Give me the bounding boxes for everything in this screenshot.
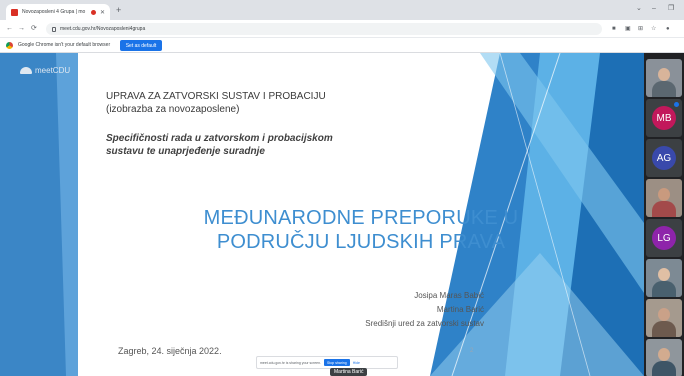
person-head bbox=[658, 348, 670, 361]
person-head bbox=[658, 268, 670, 281]
participant-tile[interactable]: MB bbox=[646, 99, 682, 137]
participant-avatar: AG bbox=[652, 146, 676, 170]
person-body bbox=[652, 201, 676, 217]
participant-video bbox=[646, 299, 682, 337]
address-bar[interactable]: meet.cdu.gov.hr/Novozaposleni4grupa bbox=[46, 23, 602, 35]
person-body bbox=[652, 361, 676, 376]
title-line: MEĐUNARODNE PREPORUKE U bbox=[203, 207, 519, 229]
logo-text: meetCDU bbox=[35, 66, 71, 75]
chrome-icon bbox=[6, 42, 13, 49]
person-head bbox=[658, 308, 670, 321]
browser-toolbar: ← → ⟳ meet.cdu.gov.hr/Novozaposleni4grup… bbox=[0, 20, 684, 38]
person-head bbox=[658, 68, 670, 81]
new-tab-icon[interactable]: + bbox=[116, 5, 121, 15]
slide-page-number: 2 bbox=[470, 348, 474, 354]
forward-icon[interactable]: → bbox=[18, 24, 25, 33]
slide-title: MEĐUNARODNE PREPORUKE U PODRUČJU LJUDSKI… bbox=[196, 206, 526, 254]
speaking-indicator-icon bbox=[674, 102, 679, 107]
default-browser-infobar: Google Chrome isn't your default browser… bbox=[0, 38, 684, 53]
lock-icon bbox=[52, 26, 56, 32]
tab-title: Novozaposleni 4 Grupa | mo bbox=[22, 9, 86, 15]
author-line: Martina Barić bbox=[436, 305, 484, 314]
participant-avatar: MB bbox=[652, 106, 676, 130]
participant-video bbox=[646, 339, 682, 376]
screen-share-message: meet.cdu.gov.hr is sharing your screen. bbox=[260, 360, 322, 365]
recording-icon bbox=[90, 9, 96, 15]
reload-icon[interactable]: ⟳ bbox=[31, 24, 37, 33]
favicon-icon bbox=[11, 8, 18, 16]
set-default-button[interactable]: Set as default bbox=[120, 40, 162, 51]
title-line: PODRUČJU LJUDSKIH PRAVA bbox=[216, 231, 506, 253]
participant-tile[interactable] bbox=[646, 59, 682, 97]
browser-tab[interactable]: Novozaposleni 4 Grupa | mo ✕ bbox=[6, 4, 110, 20]
slide-subtitle: Specifičnosti rada u zatvorskom i probac… bbox=[106, 132, 426, 158]
extension-icon[interactable]: ⊞ bbox=[638, 25, 643, 33]
participant-tile[interactable]: LG bbox=[646, 219, 682, 257]
meet-logo: meetCDU bbox=[20, 66, 70, 75]
participant-video bbox=[646, 179, 682, 217]
person-body bbox=[652, 81, 676, 97]
organization-name: UPRAVA ZA ZATVORSKI SUSTAV I PROBACIJU bbox=[106, 91, 326, 102]
bookmark-star-icon[interactable]: ☆ bbox=[651, 25, 656, 33]
speaker-name-tag: Martina Barić bbox=[330, 368, 368, 376]
participant-avatar: LG bbox=[652, 226, 676, 250]
participant-tile[interactable] bbox=[646, 179, 682, 217]
slide-date: Zagreb, 24. siječnja 2022. bbox=[118, 346, 222, 356]
subtitle-line: Specifičnosti rada u zatvorskom i probac… bbox=[106, 133, 333, 144]
meeting-area: meetCDU UPRAVA ZA ZATVORSKI SUSTAV I PRO… bbox=[0, 53, 684, 376]
participant-tile[interactable] bbox=[646, 259, 682, 297]
logo-cloud-icon bbox=[20, 67, 32, 74]
close-tab-icon[interactable]: ✕ bbox=[100, 9, 105, 16]
participant-tile[interactable] bbox=[646, 339, 682, 376]
profile-icon[interactable]: ● bbox=[666, 25, 670, 33]
screen-share-bar: meet.cdu.gov.hr is sharing your screen. … bbox=[256, 356, 398, 369]
back-icon[interactable]: ← bbox=[6, 24, 13, 33]
maximize-icon[interactable]: ❐ bbox=[668, 5, 674, 13]
participant-tile[interactable]: AG bbox=[646, 139, 682, 177]
author-line: Josipa Maras Babić bbox=[414, 291, 484, 300]
chevron-down-icon[interactable]: ⌄ bbox=[636, 5, 642, 13]
browser-tab-bar: Novozaposleni 4 Grupa | mo ✕ + ⌄ – ❐ bbox=[0, 0, 684, 20]
subtitle-line: sustavu te unaprjeđenje suradnje bbox=[106, 146, 265, 157]
camera-icon[interactable]: ■ bbox=[612, 25, 616, 33]
stop-sharing-button[interactable]: Stop sharing bbox=[324, 359, 350, 366]
person-head bbox=[658, 188, 670, 201]
author-line: Središnji ured za zatvorski sustav bbox=[365, 319, 484, 328]
participant-tile[interactable] bbox=[646, 299, 682, 337]
screen-share-icon[interactable]: ▣ bbox=[625, 25, 631, 33]
organization-subtitle: (izobrazba za novozaposlene) bbox=[106, 104, 240, 115]
hide-button[interactable]: Hide bbox=[353, 361, 360, 365]
person-body bbox=[652, 321, 676, 337]
url-text: meet.cdu.gov.hr/Novozaposleni4grupa bbox=[60, 26, 146, 32]
minimize-icon[interactable]: – bbox=[652, 5, 656, 13]
presentation-slide: meetCDU UPRAVA ZA ZATVORSKI SUSTAV I PRO… bbox=[0, 53, 644, 376]
person-body bbox=[652, 281, 676, 297]
participant-video bbox=[646, 259, 682, 297]
participant-strip: MB AG LG bbox=[644, 53, 684, 376]
participant-video bbox=[646, 59, 682, 97]
slide-authors: Josipa Maras Babić Martina Barić Središn… bbox=[365, 289, 484, 331]
infobar-message: Google Chrome isn't your default browser bbox=[18, 42, 111, 48]
